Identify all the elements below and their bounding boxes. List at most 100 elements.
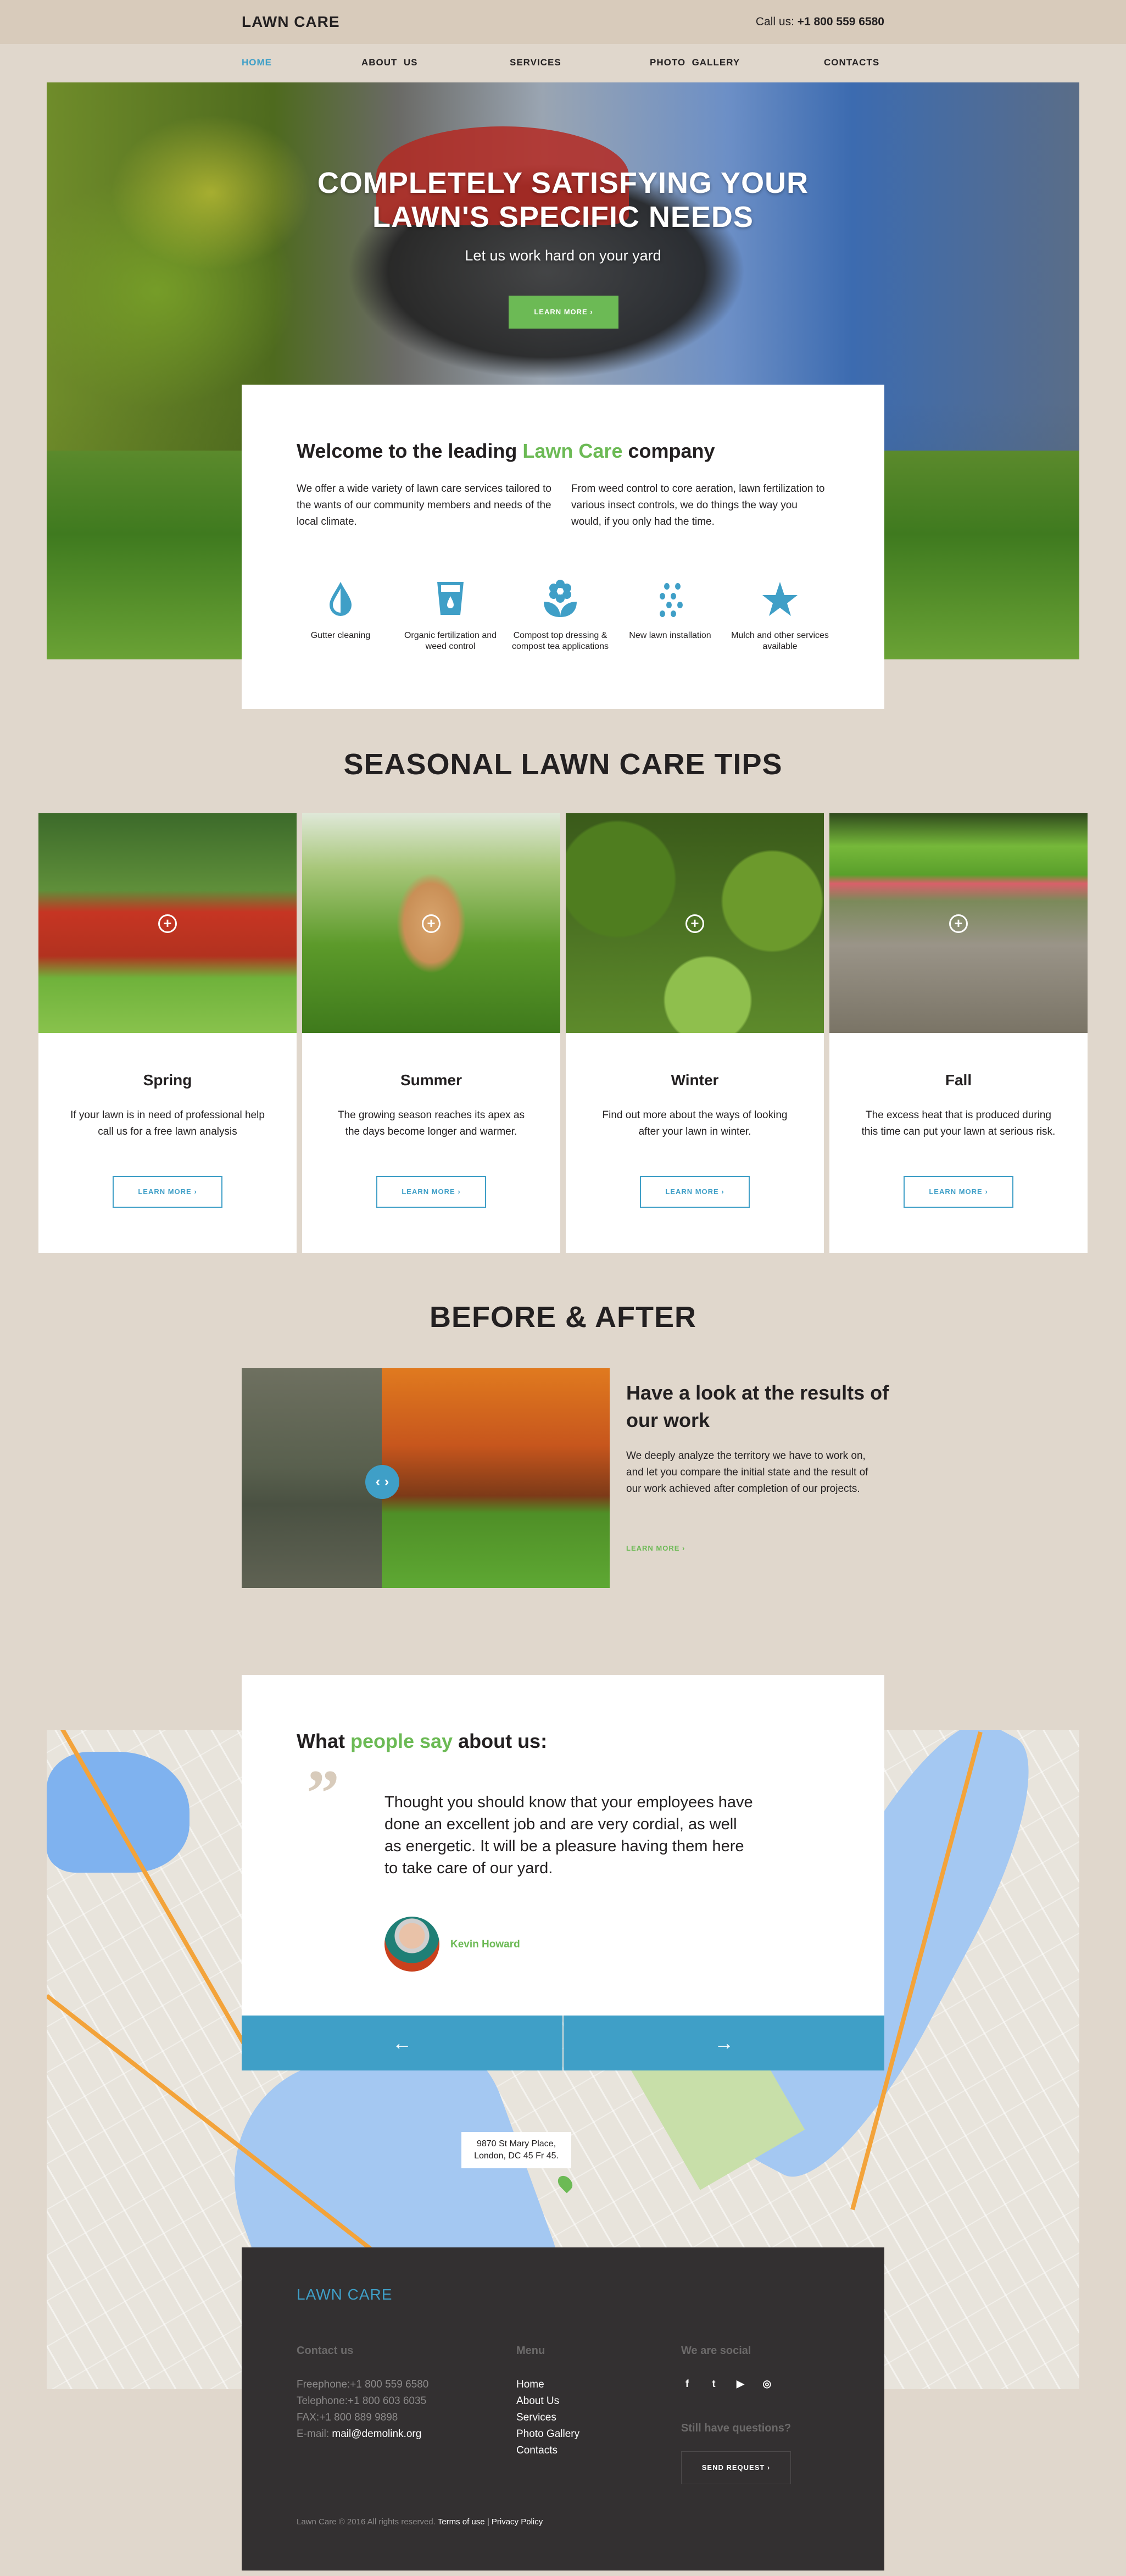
- before-after-title: BEFORE & AFTER: [430, 1301, 696, 1334]
- service-item[interactable]: Gutter cleaning: [286, 580, 395, 641]
- water-drop-icon: [330, 582, 352, 616]
- copyright: Lawn Care © 2016 All rights reserved. Te…: [297, 2517, 543, 2527]
- copyright-text: Lawn Care © 2016 All rights reserved.: [297, 2517, 438, 2527]
- call-us: Call us: +1 800 559 6580: [756, 15, 884, 29]
- privacy-policy-link[interactable]: Privacy Policy: [492, 2517, 543, 2527]
- nav-about-us[interactable]: ABOUT US: [361, 57, 418, 68]
- call-label: Call us:: [755, 15, 794, 28]
- avatar: [384, 1917, 439, 1972]
- testimonials-title-post: about us:: [453, 1730, 548, 1752]
- before-after-slider[interactable]: ‹ ›: [242, 1368, 610, 1588]
- facebook-icon[interactable]: f: [681, 2378, 693, 2390]
- season-card-winter: + Winter Find out more about the ways of…: [566, 813, 824, 1253]
- site-logo[interactable]: LAWN CARE: [242, 13, 340, 31]
- address-line1: 9870 St Mary Place,: [476, 2139, 556, 2148]
- instagram-icon[interactable]: ◎: [761, 2378, 773, 2390]
- service-item[interactable]: Compost top dressing & compost tea appli…: [505, 580, 615, 652]
- nav-photo-gallery[interactable]: PHOTO GALLERY: [650, 57, 740, 68]
- main-nav: HOME ABOUT US SERVICES PHOTO GALLERY CON…: [0, 44, 1126, 82]
- season-text: Find out more about the ways of looking …: [602, 1109, 788, 1137]
- header-phone[interactable]: +1 800 559 6580: [798, 15, 884, 28]
- footer-link-home[interactable]: Home: [516, 2377, 579, 2393]
- glass-drop-icon: [437, 582, 464, 615]
- flower-icon: [544, 580, 577, 617]
- after-image: [382, 1368, 610, 1588]
- prev-testimonial-button[interactable]: ←: [242, 2016, 562, 2070]
- before-after-heading: Have a look at the results of our work: [626, 1381, 889, 1431]
- footer-link-about-us[interactable]: About Us: [516, 2393, 579, 2410]
- star-icon: [762, 582, 798, 616]
- footer-email-link[interactable]: mail@demolink.org: [332, 2428, 421, 2440]
- service-item[interactable]: Mulch and other services available: [725, 580, 835, 652]
- welcome-card: Welcome to the leading Lawn Care company…: [242, 385, 884, 709]
- season-learn-more-button[interactable]: LEARN MORE ›: [904, 1176, 1013, 1208]
- send-request-button[interactable]: SEND REQUEST ›: [681, 2451, 791, 2484]
- before-after-learn-more-link[interactable]: LEARN MORE ›: [626, 1544, 685, 1552]
- service-item[interactable]: Organic fertilization and weed control: [395, 580, 505, 652]
- zoom-plus-icon[interactable]: +: [422, 914, 441, 933]
- welcome-title: Welcome to the leading Lawn Care company: [297, 440, 715, 463]
- welcome-text-1: We offer a wide variety of lawn care ser…: [297, 483, 551, 528]
- top-bar: LAWN CARE Call us: +1 800 559 6580: [0, 0, 1126, 44]
- season-text: The growing season reaches its apex as t…: [337, 1109, 525, 1137]
- hero-title-line1: COMPLETELY SATISFYING YOUR: [317, 166, 809, 199]
- season-learn-more-button[interactable]: LEARN MORE ›: [640, 1176, 750, 1208]
- nav-services[interactable]: SERVICES: [510, 57, 561, 68]
- season-title: Winter: [671, 1072, 719, 1089]
- hero-title: COMPLETELY SATISFYING YOUR LAWN'S SPECIF…: [47, 166, 1079, 234]
- footer-email-label: E-mail:: [297, 2428, 332, 2440]
- service-label: Mulch and other services available: [731, 631, 829, 651]
- welcome-text-2: From weed control to core aeration, lawn…: [571, 483, 825, 528]
- testimonials-title: What people say about us:: [297, 1730, 547, 1753]
- nav-home[interactable]: HOME: [242, 57, 272, 68]
- service-label: New lawn installation: [629, 631, 711, 640]
- seeds-icon: [660, 583, 683, 617]
- youtube-icon[interactable]: ▶: [734, 2378, 746, 2390]
- footer-contact-info: Freephone:+1 800 559 6580 Telephone:+1 8…: [297, 2377, 428, 2442]
- zoom-plus-icon[interactable]: +: [685, 914, 704, 933]
- footer-fax: FAX:+1 800 889 9898: [297, 2412, 398, 2423]
- twitter-icon[interactable]: t: [707, 2378, 720, 2390]
- before-after-description: We deeply analyze the territory we have …: [626, 1450, 868, 1495]
- map-address-label: 9870 St Mary Place, London, DC 45 Fr 45.: [461, 2132, 571, 2168]
- welcome-title-pre: Welcome to the leading: [297, 440, 523, 462]
- services-list: Gutter cleaning Organic fertilization an…: [286, 580, 840, 679]
- zoom-plus-icon[interactable]: +: [158, 914, 177, 933]
- service-label: Organic fertilization and weed control: [404, 631, 497, 651]
- footer-freephone: Freephone:+1 800 559 6580: [297, 2379, 429, 2390]
- terms-of-use-link[interactable]: Terms of use: [438, 2517, 485, 2527]
- arrow-left-icon: ←: [392, 2031, 412, 2054]
- season-learn-more-button[interactable]: LEARN MORE ›: [113, 1176, 222, 1208]
- before-image: [242, 1368, 382, 1588]
- welcome-title-post: company: [622, 440, 715, 462]
- quote-icon: ”: [306, 1756, 339, 1829]
- footer-menu: Home About Us Services Photo Gallery Con…: [516, 2377, 579, 2459]
- hero-learn-more-button[interactable]: LEARN MORE ›: [509, 296, 618, 329]
- footer-link-photo-gallery[interactable]: Photo Gallery: [516, 2426, 579, 2442]
- chevrons-left-right-icon: ‹ ›: [375, 1473, 389, 1490]
- season-card-fall: + Fall The excess heat that is produced …: [829, 813, 1088, 1253]
- footer-link-contacts[interactable]: Contacts: [516, 2442, 579, 2459]
- map-water: [47, 1752, 189, 1873]
- season-card-summer: + Summer The growing season reaches its …: [302, 813, 560, 1253]
- footer-link-services[interactable]: Services: [516, 2410, 579, 2426]
- footer-logo[interactable]: LAWN CARE: [297, 2286, 392, 2303]
- season-learn-more-button[interactable]: LEARN MORE ›: [376, 1176, 486, 1208]
- testimonial-author: Kevin Howard: [450, 1939, 520, 1950]
- nav-contacts[interactable]: CONTACTS: [824, 57, 879, 68]
- season-text: The excess heat that is produced during …: [861, 1109, 1056, 1137]
- testimonials-card: What people say about us: ” Thought you …: [242, 1675, 884, 2016]
- season-text: If your lawn is in need of professional …: [70, 1109, 265, 1137]
- service-item[interactable]: New lawn installation: [615, 580, 725, 641]
- next-testimonial-button[interactable]: →: [564, 2016, 884, 2070]
- arrow-right-icon: →: [714, 2031, 734, 2054]
- zoom-plus-icon[interactable]: +: [949, 914, 968, 933]
- slider-handle[interactable]: ‹ ›: [365, 1465, 399, 1499]
- footer-email-row: E-mail: mail@demolink.org: [297, 2426, 428, 2442]
- season-title: Summer: [400, 1072, 462, 1089]
- link-separator: |: [484, 2517, 492, 2527]
- footer-menu-heading: Menu: [516, 2345, 545, 2357]
- seasonal-title: SEASONAL LAWN CARE TIPS: [343, 748, 783, 781]
- footer-questions-heading: Still have questions?: [681, 2422, 791, 2434]
- footer-contact-heading: Contact us: [297, 2345, 354, 2357]
